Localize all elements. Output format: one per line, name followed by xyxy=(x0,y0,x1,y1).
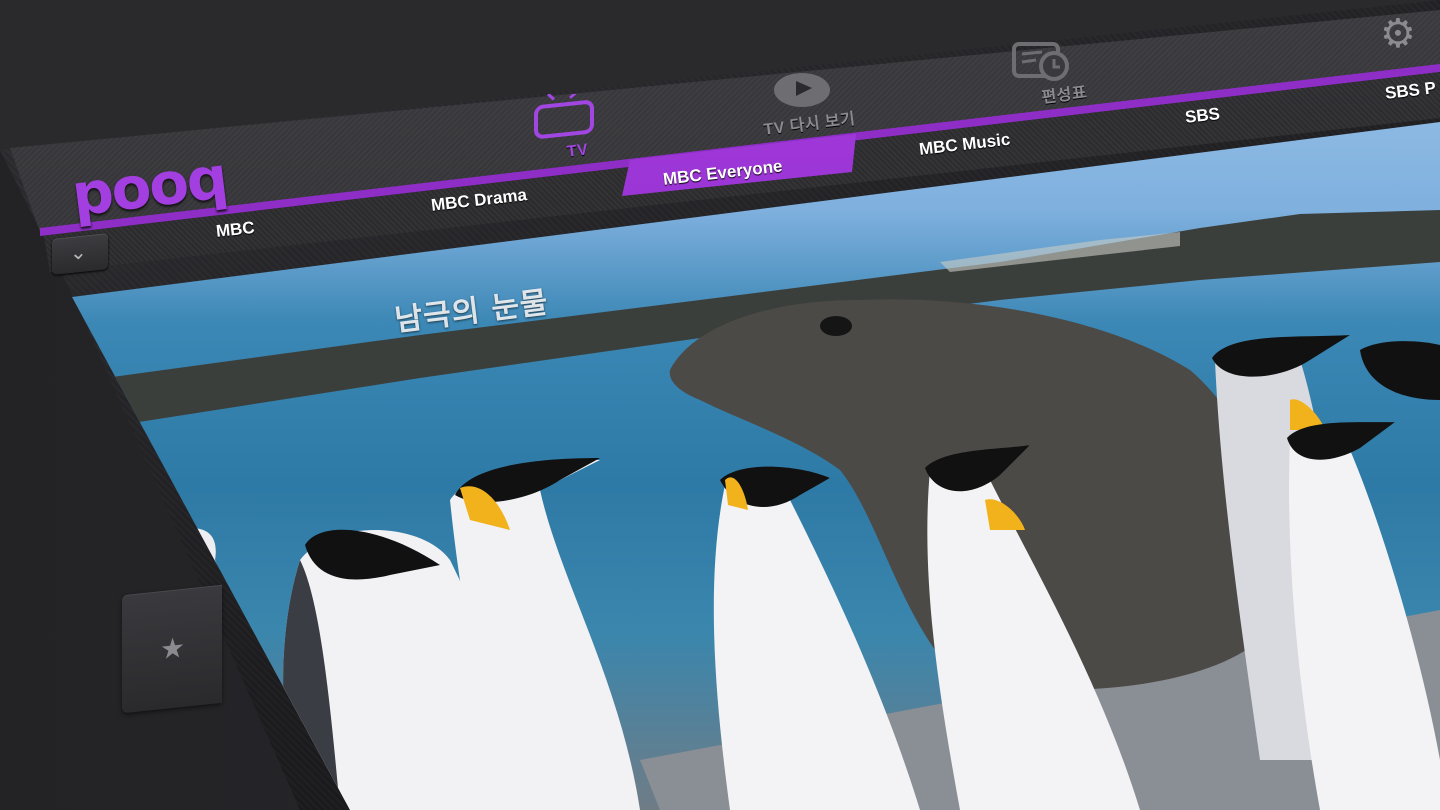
star-icon: ★ xyxy=(160,631,186,666)
channel-tab-sbs[interactable]: SBS xyxy=(1184,104,1221,128)
gear-icon[interactable]: ⚙ xyxy=(1380,14,1426,54)
chevron-down-icon: ⌄ xyxy=(70,241,87,266)
nav-item-label: TV 다시 보기 xyxy=(762,110,857,139)
tv-icon xyxy=(534,94,594,139)
nav-item-tv[interactable]: TV xyxy=(520,90,610,165)
nav-item-replay[interactable]: TV 다시 보기 xyxy=(750,70,890,140)
nav-item-label: TV xyxy=(566,141,590,161)
channel-expand-button[interactable]: ⌄ xyxy=(52,233,108,275)
favorite-tab[interactable]: ★ xyxy=(122,584,222,714)
channel-tab-mbc[interactable]: MBC xyxy=(215,218,256,242)
play-icon xyxy=(774,73,830,107)
nav-item-schedule[interactable]: 편성표 xyxy=(1000,36,1110,107)
app-screen: 남극의 눈물 pooq TV TV 다시 보기 편성표 ⚙ ⌄ MBC MBC … xyxy=(0,0,1440,810)
nav-item-label: 편성표 xyxy=(1040,84,1089,107)
schedule-clock-icon xyxy=(1012,42,1069,81)
